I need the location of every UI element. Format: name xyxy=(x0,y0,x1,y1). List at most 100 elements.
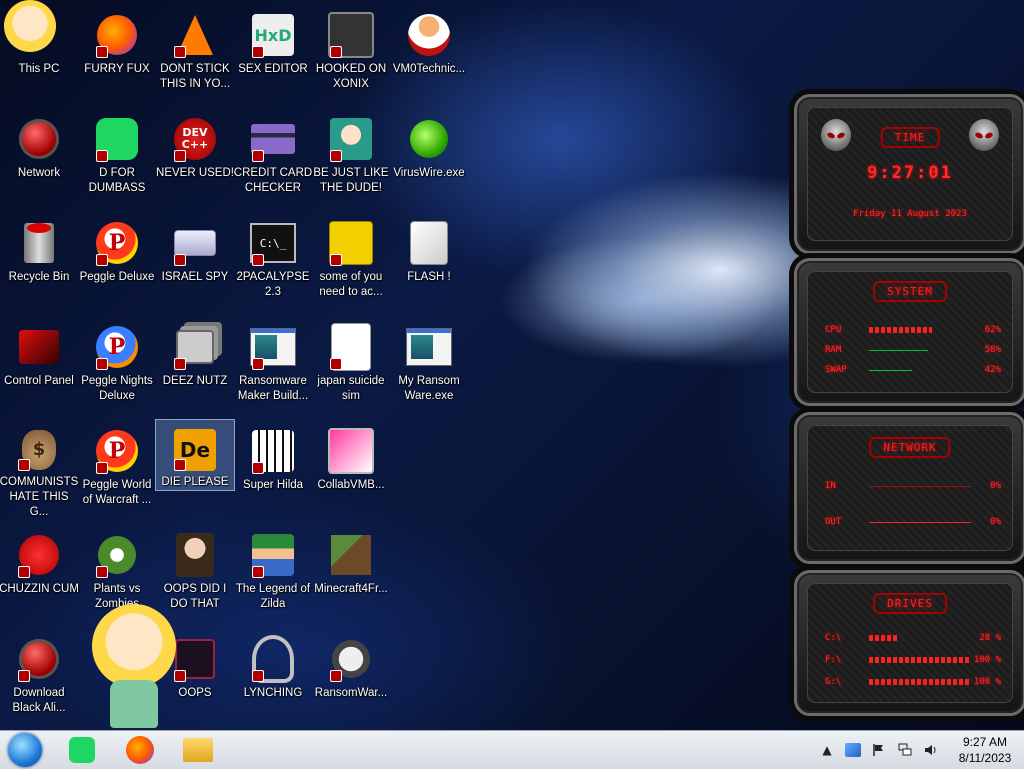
desktop-icon-peggle-deluxe[interactable]: P Peggle Deluxe xyxy=(78,212,156,312)
peggle-nights-icon: P xyxy=(94,324,140,370)
alienware-icon xyxy=(16,636,62,682)
network-tray-icon[interactable] xyxy=(894,742,916,758)
desktop-icon-label: BE JUST LIKE THE DUDE! xyxy=(313,167,389,194)
star-character-icon xyxy=(4,0,56,52)
desktop-icon-network[interactable]: Network xyxy=(0,108,78,208)
ram-value: 58% xyxy=(984,345,1001,355)
desktop-icon-super-hilda[interactable]: Super Hilda xyxy=(234,420,312,520)
desktop-icon-label: Super Hilda xyxy=(242,479,304,491)
alien-head-icon xyxy=(821,119,851,151)
desktop-icon-israel-spy[interactable]: ISRAEL SPY xyxy=(156,212,234,312)
desktop-icon-d-for-dumbass[interactable]: D FOR DUMBASS xyxy=(78,108,156,208)
desktop-icon-furry-fux[interactable]: FURRY FUX xyxy=(78,4,156,104)
cpp-text: C++ xyxy=(181,138,209,151)
desktop-icon-peggle-wow[interactable]: P Peggle World of Warcraft ... xyxy=(78,420,156,520)
desktop-icon-control-panel[interactable]: Control Panel xyxy=(0,316,78,416)
desktop-icon-peggle-nights[interactable]: P Peggle Nights Deluxe xyxy=(78,316,156,416)
drive-c-row: C:\ 28 % xyxy=(825,631,1001,645)
desktop-icon-label: Network xyxy=(17,167,61,179)
time-title: TIME xyxy=(880,127,940,148)
drive-f-row: F:\ 100 % xyxy=(825,653,1001,667)
drives-title: DRIVES xyxy=(873,593,947,614)
desktop-icon-flash[interactable]: FLASH ! xyxy=(390,212,468,312)
flag-icon xyxy=(873,744,883,756)
net-out-value: 0% xyxy=(990,517,1001,527)
taskbar: ▲ 9:27 AM 8/11/2023 xyxy=(0,730,1024,769)
oops-app-icon xyxy=(172,636,218,682)
desktop-icon-recycle-bin[interactable]: Recycle Bin xyxy=(0,212,78,312)
desktop-icon-label: Minecraft4Fr... xyxy=(314,583,388,595)
drive-f-label: F:\ xyxy=(825,655,842,665)
show-hidden-icons-button[interactable]: ▲ xyxy=(816,742,838,758)
taskbar-explorer-button[interactable] xyxy=(178,734,218,766)
desktop-icon-label: ISRAEL SPY xyxy=(161,271,229,283)
desktop-icon-credit-card[interactable]: CREDIT CARD CHECKER xyxy=(234,108,312,208)
desktop-icon-download-black-ali[interactable]: Download Black Ali... xyxy=(0,628,78,728)
desktop-icon-2pacalypse[interactable]: C:\_ 2PACALYPSE 2.3 xyxy=(234,212,312,312)
xonix-icon xyxy=(328,12,374,58)
desktop-icon-label: COMMUNISTS HATE THIS G... xyxy=(0,476,79,518)
net-out-graph xyxy=(869,521,971,523)
document-icon xyxy=(328,323,374,371)
cpu-label: CPU xyxy=(825,325,842,335)
pixel-character-icon xyxy=(250,428,296,474)
swap-label: SWAP xyxy=(825,365,847,375)
window-app-icon xyxy=(250,324,296,370)
desktop-icon-legend-of-zilda[interactable]: The Legend of Zilda xyxy=(234,524,312,624)
peggle-wow-icon: P xyxy=(94,428,140,474)
desktop-icon-label: CREDIT CARD CHECKER xyxy=(233,167,313,194)
flash-file-icon xyxy=(406,220,452,266)
desktop-icon-hooked-on-xonix[interactable]: HOOKED ON XONIX xyxy=(312,4,390,104)
desktop-icon-minecraft[interactable]: Minecraft4Fr... xyxy=(312,524,390,624)
desktop-icon-ransomwar[interactable]: RansomWar... xyxy=(312,628,390,728)
start-button[interactable] xyxy=(8,733,42,767)
desktop-icon-dont-stick[interactable]: DONT STICK THIS IN YO... xyxy=(156,4,234,104)
devcpp-icon: DEV C++ xyxy=(172,116,218,162)
desktop-icon-oops-did-i[interactable]: OOPS DID I DO THAT xyxy=(156,524,234,624)
desktop-icon-vm0technic[interactable]: VM0Technic... xyxy=(390,4,468,104)
action-center-flag-icon[interactable] xyxy=(868,742,890,758)
desktop-icon-never-used[interactable]: DEV C++ NEVER USED! xyxy=(156,108,234,208)
taskbar-clock[interactable]: 9:27 AM 8/11/2023 xyxy=(954,734,1016,766)
desktop-icon-some-of-you[interactable]: some of you need to ac... xyxy=(312,212,390,312)
spotify-green-icon xyxy=(94,116,140,162)
desktop-icon-my-ransom-ware[interactable]: My Ransom Ware.exe xyxy=(390,316,468,416)
vlc-cone-icon xyxy=(172,12,218,58)
net-in-value: 0% xyxy=(990,481,1001,491)
plant-icon xyxy=(94,532,140,578)
net-out-row: OUT 0% xyxy=(825,515,1001,529)
desktop: This PC Network Recycle Bin Control Pane… xyxy=(0,0,1024,730)
desktop-icon-die-please[interactable]: De DIE PLEASE xyxy=(155,419,235,491)
recycle-bin-icon xyxy=(16,220,62,266)
ram-label: RAM xyxy=(825,345,842,355)
desktop-icon-label: My Ransom Ware.exe xyxy=(398,375,460,402)
volume-tray-icon[interactable] xyxy=(920,742,942,758)
net-in-graph xyxy=(869,485,971,487)
clock-date: 8/11/2023 xyxy=(958,751,1012,765)
taskbar-firefox-button[interactable] xyxy=(120,734,160,766)
desktop-icon-sex-editor[interactable]: HxD SEX EDITOR xyxy=(234,4,312,104)
desktop-icon-viruswire[interactable]: VirusWire.exe xyxy=(390,108,468,208)
desktop-icon-communists[interactable]: $ COMMUNISTS HATE THIS G... xyxy=(0,420,78,520)
drives-panel: DRIVES C:\ 28 % F:\ 100 % G:\ 100 % xyxy=(794,570,1024,716)
dog-cartoon-icon xyxy=(328,220,374,266)
time-date: Friday 11 August 2023 xyxy=(853,209,967,219)
net-out-label: OUT xyxy=(825,517,842,527)
desktop-icon-this-pc[interactable]: This PC xyxy=(0,0,78,104)
drive-c-bar-fill xyxy=(869,635,898,641)
desktop-icon-lynching[interactable]: LYNCHING xyxy=(234,628,312,728)
drive-f-value: 100 % xyxy=(973,655,1001,665)
desktop-icon-chuzzin[interactable]: CHUZZIN CUM xyxy=(0,524,79,624)
desktop-icon-ransomware-maker[interactable]: Ransomware Maker Build... xyxy=(234,316,312,416)
firefox-icon xyxy=(94,12,140,58)
taskbar-spotify-button[interactable] xyxy=(62,734,102,766)
desktop-icon-japan-suicide-sim[interactable]: japan suicide sim xyxy=(312,316,390,416)
desktop-icon-be-just-like-dude[interactable]: BE JUST LIKE THE DUDE! xyxy=(312,108,390,208)
swap-bar-fill xyxy=(869,370,912,371)
desktop-icon-label: japan suicide sim xyxy=(317,375,385,402)
app-tray-icon[interactable] xyxy=(842,742,864,758)
desktop-icon-deez-nutz[interactable]: DEEZ NUTZ xyxy=(156,316,234,416)
desktop-icon-collabvmb[interactable]: CollabVMB... xyxy=(312,420,390,520)
firefox-icon xyxy=(126,736,154,764)
alien-head-icon xyxy=(969,119,999,151)
